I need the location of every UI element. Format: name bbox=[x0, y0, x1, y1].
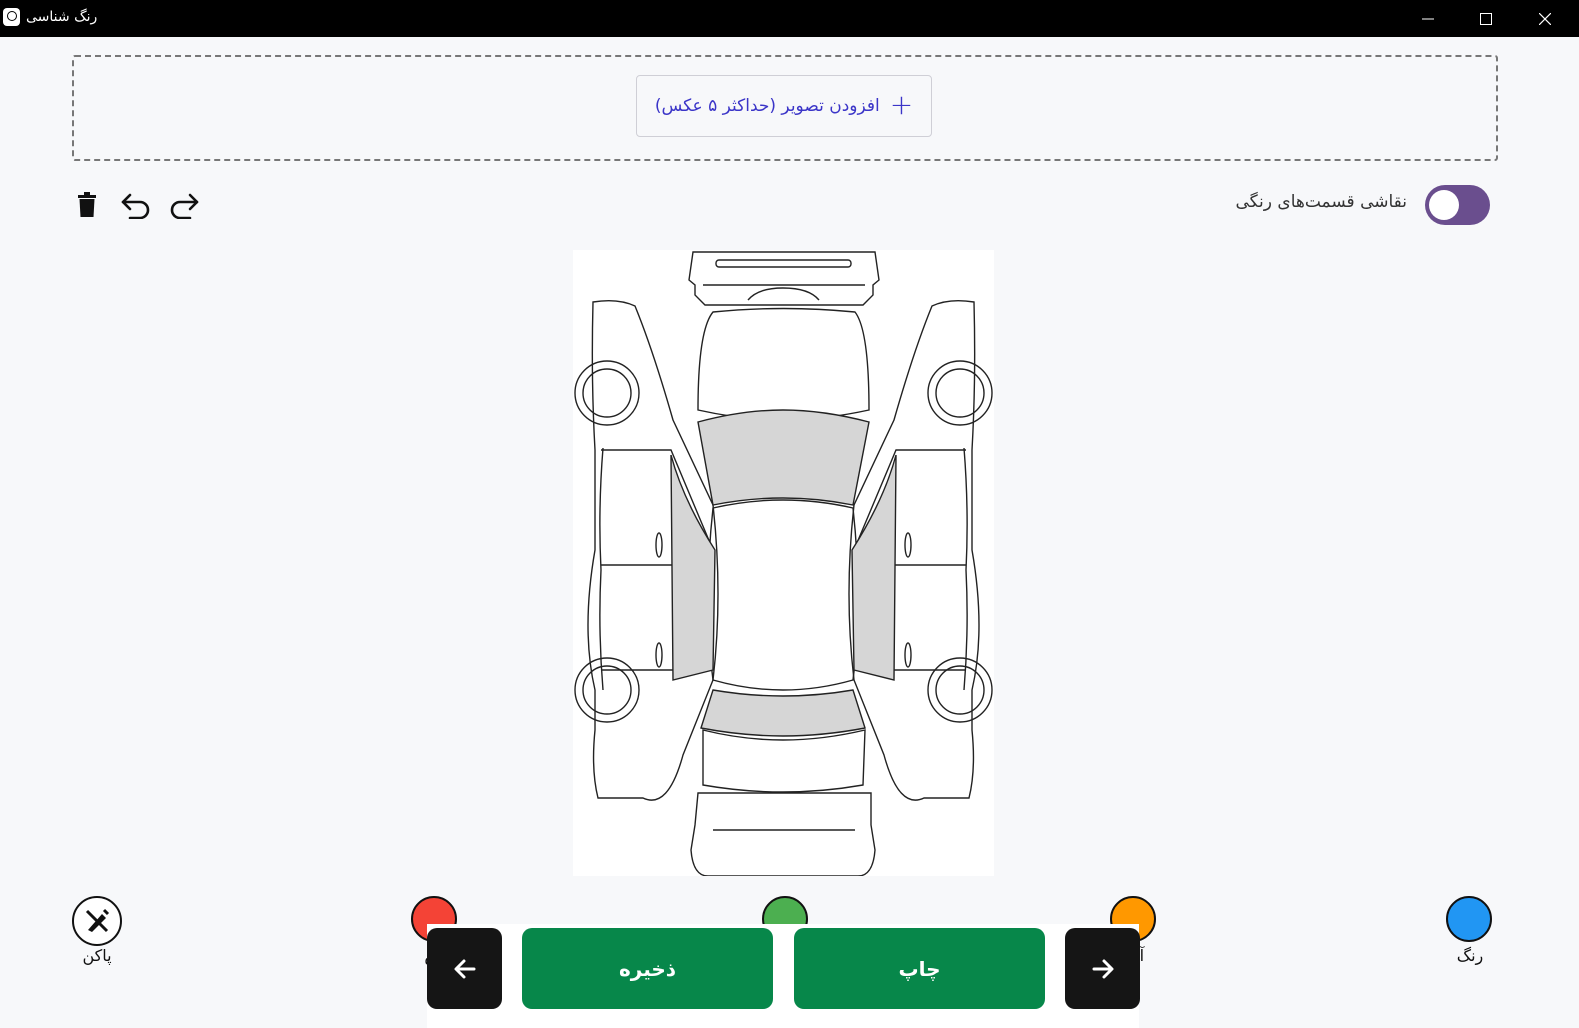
arrow-right-icon bbox=[1092, 959, 1113, 978]
eraser-label: پاکن bbox=[82, 946, 112, 965]
paint-colored-parts-label: نقاشی قسمت‌های رنگی bbox=[1235, 192, 1408, 212]
save-button[interactable]: ذخیره bbox=[522, 928, 773, 1009]
maximize-icon bbox=[1480, 12, 1492, 25]
window-title: رنگ شناسی bbox=[26, 9, 98, 25]
trash-icon bbox=[78, 192, 96, 217]
forward-button[interactable] bbox=[1065, 928, 1140, 1009]
print-button[interactable]: چاپ bbox=[794, 928, 1045, 1009]
toggle-knob bbox=[1429, 190, 1459, 220]
minimize-button[interactable] bbox=[1405, 0, 1451, 37]
title-bar: رنگ شناسی bbox=[0, 0, 1579, 37]
color-swatch-blue[interactable] bbox=[1446, 896, 1492, 942]
eraser-icon bbox=[85, 908, 110, 933]
arrow-left-icon bbox=[454, 959, 475, 978]
redo-button[interactable] bbox=[167, 188, 201, 222]
add-image-button[interactable]: + افزودن تصویر (حداکثر ۵ عکس) bbox=[636, 75, 932, 137]
back-button[interactable] bbox=[427, 928, 502, 1009]
eraser-button[interactable] bbox=[72, 896, 122, 946]
car-diagram-canvas[interactable] bbox=[573, 250, 994, 877]
close-icon bbox=[1539, 12, 1551, 25]
minimize-icon bbox=[1422, 18, 1434, 19]
close-button[interactable] bbox=[1522, 0, 1568, 37]
plus-icon: + bbox=[889, 88, 914, 121]
color-swatch-label: رنگ bbox=[1456, 946, 1484, 965]
app-icon bbox=[3, 8, 20, 26]
add-image-label: افزودن تصویر (حداکثر ۵ عکس) bbox=[654, 96, 880, 116]
undo-button[interactable] bbox=[119, 188, 153, 222]
delete-button[interactable] bbox=[70, 188, 104, 222]
undo-icon bbox=[121, 193, 150, 219]
image-drop-zone[interactable]: + افزودن تصویر (حداکثر ۵ عکس) bbox=[72, 55, 1498, 161]
maximize-button[interactable] bbox=[1463, 0, 1509, 37]
paint-colored-parts-toggle[interactable] bbox=[1425, 185, 1490, 225]
car-diagram-icon bbox=[574, 251, 993, 877]
redo-icon bbox=[170, 193, 199, 219]
